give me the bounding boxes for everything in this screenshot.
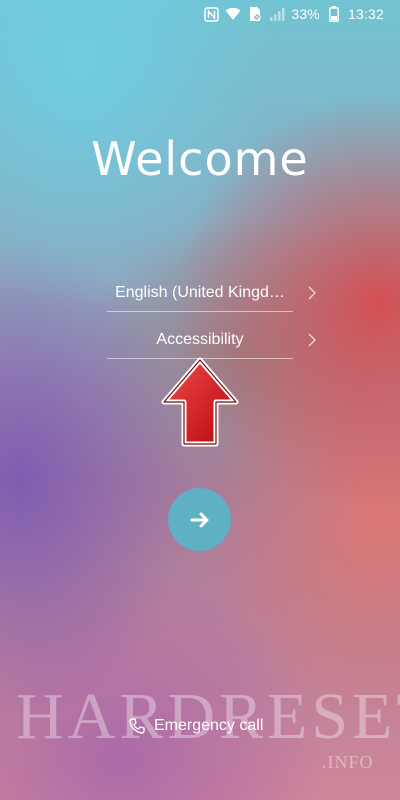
no-sim-icon [247,6,263,22]
chevron-right-icon [308,286,316,300]
signal-icon [269,6,285,22]
status-time: 13:32 [347,6,384,22]
accessibility-label: Accessibility [156,331,244,348]
emergency-call-button[interactable]: Emergency call [128,712,263,740]
phone-icon [129,718,145,734]
emergency-call-label: Emergency call [154,717,264,734]
language-selector[interactable]: English (United Kingd… [107,275,316,312]
status-bar: 33% 13:32 [0,0,400,28]
welcome-title: Welcome [91,132,309,186]
setup-welcome-screen: 33% 13:32 Welcome English (United Kingd…… [0,0,400,800]
nfc-icon [203,6,219,22]
battery-icon [326,6,342,22]
battery-percent: 33% [291,6,320,22]
language-label: English (United Kingd… [115,284,285,301]
red-up-arrow-icon [161,357,239,447]
arrow-right-icon [190,512,208,527]
next-button[interactable] [168,488,231,551]
watermark-suffix: .INFO [322,752,374,772]
wifi-icon [225,6,241,22]
chevron-right-icon [308,333,316,347]
accessibility-option[interactable]: Accessibility [107,322,316,359]
